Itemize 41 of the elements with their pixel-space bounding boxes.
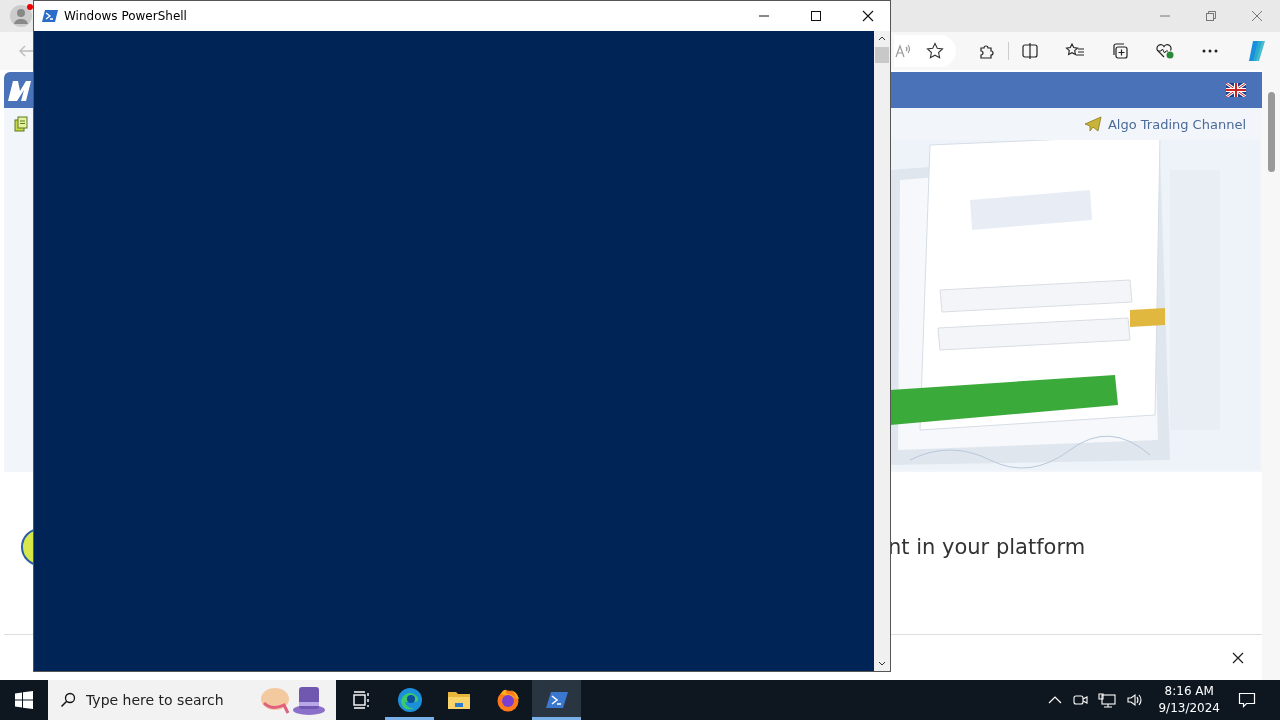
channel-link[interactable]: Algo Trading Channel	[1083, 116, 1246, 132]
clock-time[interactable]: 8:16 AM	[1164, 682, 1214, 700]
profile-icon[interactable]	[9, 4, 33, 28]
powershell-icon	[42, 9, 58, 23]
window-title: Windows PowerShell	[64, 9, 187, 23]
heart-pulse-icon[interactable]	[1155, 42, 1175, 60]
read-aloud-icon[interactable]	[894, 43, 912, 59]
camera-icon[interactable]	[1072, 692, 1089, 708]
powershell-app-button[interactable]	[532, 680, 581, 720]
address-bar[interactable]	[894, 35, 956, 67]
flag-icon[interactable]	[1226, 83, 1246, 97]
search-field[interactable]: Type here to search	[48, 680, 336, 720]
close-icon[interactable]	[1232, 651, 1244, 664]
firefox-icon	[495, 688, 520, 712]
task-view-icon	[350, 690, 371, 710]
star-icon[interactable]	[926, 42, 944, 60]
split-screen-icon[interactable]	[1021, 42, 1039, 60]
scrollbar-thumb[interactable]	[875, 47, 889, 63]
maximize-icon[interactable]	[810, 10, 822, 22]
edge-icon	[396, 687, 423, 713]
notification-icon[interactable]	[1238, 691, 1256, 709]
restore-icon[interactable]	[1205, 10, 1217, 22]
more-icon[interactable]	[1201, 48, 1219, 54]
puzzle-icon[interactable]	[978, 42, 996, 60]
volume-icon[interactable]	[1126, 692, 1145, 708]
network-icon[interactable]	[1098, 692, 1117, 708]
scroll-up-icon[interactable]	[878, 35, 886, 41]
powershell-icon	[545, 690, 568, 710]
windows-logo-icon	[15, 691, 33, 709]
folder-icon	[446, 689, 471, 711]
clock-date[interactable]: 9/13/2024	[1158, 700, 1220, 718]
close-icon[interactable]	[862, 10, 874, 22]
scrollbar[interactable]	[874, 31, 890, 671]
document-icon[interactable]	[14, 116, 28, 132]
collections-icon[interactable]	[1111, 42, 1129, 60]
scroll-down-icon[interactable]	[878, 661, 886, 667]
chevron-up-icon[interactable]	[1048, 695, 1063, 705]
scrollbar[interactable]	[1262, 70, 1280, 680]
search-icon	[60, 692, 76, 708]
back-icon[interactable]	[18, 43, 34, 59]
paper-plane-icon	[1083, 116, 1102, 132]
